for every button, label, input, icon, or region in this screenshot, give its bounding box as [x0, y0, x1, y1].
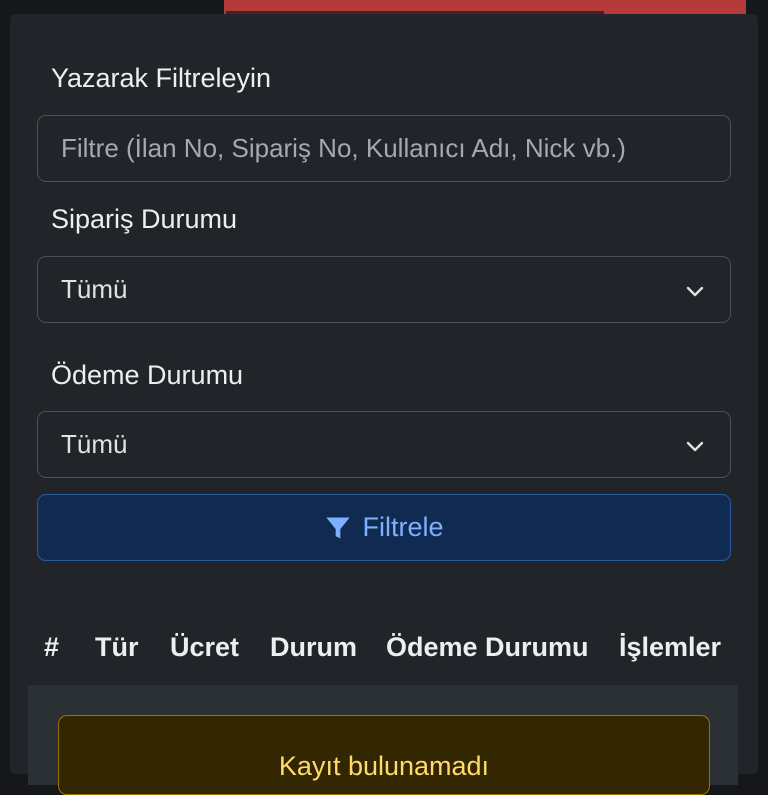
order-status-label: Sipariş Durumu: [51, 204, 238, 234]
author-filter-label: Yazarak Filtreleyin: [51, 63, 272, 93]
table-body: Kayıt bulunamadı: [28, 685, 738, 795]
payment-status-select[interactable]: Tümü: [37, 411, 731, 478]
filter-button[interactable]: Filtrele: [37, 494, 731, 561]
column-header-number: #: [44, 632, 60, 662]
order-status-select[interactable]: Tümü: [37, 256, 731, 323]
empty-state-message: Kayıt bulunamadı: [278, 751, 490, 781]
filter-button-label: Filtrele: [362, 512, 444, 542]
author-filter-field[interactable]: [37, 115, 731, 182]
column-header-payment-status: Ödeme Durumu: [386, 632, 589, 662]
chevron-down-icon: [686, 441, 704, 452]
author-filter-input[interactable]: [61, 133, 730, 164]
payment-status-value: Tümü: [61, 429, 128, 459]
table-header: # Tür Ücret Durum Ödeme Durumu İşlemler: [28, 615, 738, 685]
column-header-actions: İşlemler: [619, 632, 722, 662]
empty-state-alert: Kayıt bulunamadı: [58, 715, 710, 795]
payment-status-label: Ödeme Durumu: [51, 360, 244, 390]
order-status-value: Tümü: [61, 274, 128, 304]
column-header-fee: Ücret: [170, 632, 240, 662]
column-header-status: Durum: [270, 632, 357, 662]
chevron-down-icon: [686, 286, 704, 297]
filter-funnel-icon: [326, 517, 351, 538]
column-header-type: Tür: [95, 632, 139, 662]
